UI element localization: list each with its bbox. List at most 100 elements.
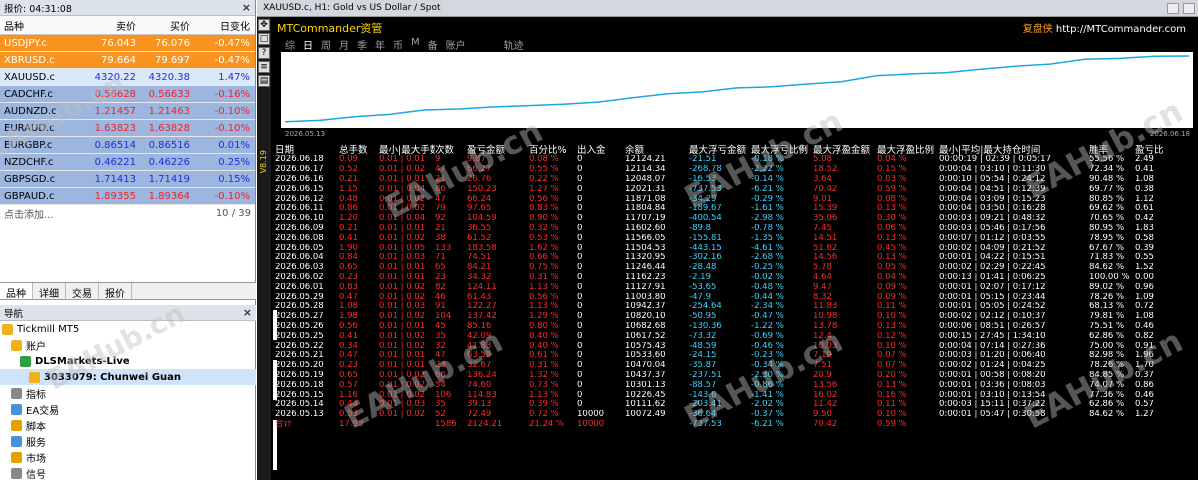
tab-ticks[interactable]: 报价 [99,283,132,300]
symbol-name: USDJPY.c [4,37,47,49]
table-cell: 82 [435,282,446,292]
market-watch-row[interactable]: EURAUD.c 1.63823 1.63828 -0.10% [0,120,255,137]
table-cell: -0.14 % [751,174,784,184]
period-tab[interactable]: 季 [357,37,367,52]
table-cell: -0.37 % [751,410,784,420]
table-cell: -189.67 [689,204,722,214]
table-cell: 0.23 [339,361,358,371]
table-cell: 2026.05.29 [275,292,324,302]
expand-icon[interactable]: □ [258,33,270,45]
table-cell: 1.52 [1135,263,1154,273]
navigator-item[interactable]: 账户 [0,337,256,353]
table-cell: 11566.05 [625,233,666,243]
market-watch-row[interactable]: AUDNZD.c 1.21457 1.21463 -0.10% [0,103,255,120]
symbol-name: GBPSGD.c [4,173,56,185]
minimize-icon[interactable] [1167,2,1179,14]
market-watch-row[interactable]: CADCHF.c 0.56628 0.56633 -0.16% [0,86,255,103]
market-watch-row[interactable]: NZDCHF.c 0.46221 0.46226 0.25% [0,154,255,171]
period-tab[interactable]: 账户 [446,37,466,52]
col-ask[interactable]: 买价 [140,18,194,33]
table-cell: 2026.05.18 [275,380,324,390]
navigator-item[interactable]: 信号 [0,465,256,481]
tab-details[interactable]: 详细 [33,283,66,300]
bid-price: 79.664 [101,54,136,66]
navigator-item[interactable]: 脚本 [0,417,256,433]
print-icon[interactable]: ▤ [258,75,270,87]
table-row: 2026.05.18 0.57 0.01 | 0.02 54 74.60 0.73 % 0 1… [275,380,1195,390]
col-symbol[interactable]: 品种 [0,18,86,33]
period-tab[interactable]: 年 [375,37,385,52]
ask-price: 79.697 [155,54,190,66]
table-cell: 2026.06.09 [275,223,324,233]
period-tab[interactable]: 轨迹 [504,37,524,52]
col-change[interactable]: 日变化 [194,18,254,33]
market-watch-title: 报价: 04:31:08 [4,3,72,15]
navigator-item[interactable]: Tickmill MT5 [0,321,256,337]
period-tab[interactable]: 综 [285,37,295,52]
period-tab[interactable]: 备 [428,37,438,52]
period-tab[interactable]: M [411,37,420,52]
period-tab[interactable]: 币 [393,37,403,52]
period-tab[interactable]: 周 [321,37,331,52]
column-header: 日期 [275,145,295,156]
brand-url[interactable]: http://MTCommander.com [1056,24,1186,35]
market-watch-row[interactable]: USDJPY.c 76.043 76.076 -0.47% [0,35,255,52]
help-icon[interactable]: ? [258,47,270,59]
close-icon[interactable]: × [242,1,251,14]
table-cell: 2026.05.25 [275,331,324,341]
table-cell: 11804.84 [625,204,666,214]
period-tab[interactable]: 日 [303,37,313,52]
table-row: 2026.06.01 0.83 0.01 | 0.02 82 124.11 1.13 % 0… [275,282,1195,292]
move-icon[interactable]: ✥ [258,19,270,31]
column-header: 最大浮亏金额 [689,145,747,156]
table-cell: 0.01 | 0.02 [379,165,426,175]
summary-cell: 2124.21 [467,419,503,429]
table-cell: 100.00 % [1089,272,1130,282]
table-cell: 11707.19 [625,214,666,224]
navigator-item[interactable]: 服务 [0,433,256,449]
table-cell: 47 [435,351,446,361]
market-watch-row[interactable]: XBRUSD.c 79.664 79.697 -0.47% [0,52,255,69]
close-icon[interactable]: × [243,306,252,319]
table-cell: 0.41 [339,233,358,243]
market-watch-row[interactable]: GBPSGD.c 1.71413 1.71419 0.15% [0,171,255,188]
table-cell: 1.62 % [529,243,559,253]
navigator-item[interactable]: 3033079: Chunwei Guan [0,369,256,385]
table-cell: 10072.49 [625,410,666,420]
chart-window[interactable]: XAUUSD.c, H1: Gold vs US Dollar / Spot ✥… [257,0,1198,480]
table-cell: -2.34 % [751,302,784,312]
market-watch-row[interactable]: EURGBP.c 0.86514 0.86516 0.01% [0,137,255,154]
navigator-item-label: DLSMarkets-Live [35,355,130,367]
navigator-item[interactable]: EA交易 [0,401,256,417]
date-end: 2026.06.18 [1149,130,1190,138]
market-watch-row[interactable]: GBPAUD.c 1.89355 1.89364 -0.10% [0,188,255,205]
col-bid[interactable]: 卖价 [86,18,140,33]
table-cell: 78.26 % [1089,292,1125,302]
tab-symbols[interactable]: 品种 [0,283,33,300]
maximize-icon[interactable] [1183,2,1195,14]
table-row: 2026.05.25 0.41 0.01 | 0.02 35 42.09 0.40 % 0 1… [275,331,1195,341]
table-cell: 2026.05.27 [275,312,324,322]
table-cell: 0.22 % [529,174,559,184]
column-header: 最小|平均|最大持仓时间 [939,145,1041,156]
table-cell: 84.62 % [1089,410,1125,420]
navigator-item[interactable]: DLSMarkets-Live [0,353,256,369]
summary-cell: 10000 [577,419,605,429]
table-row: 2026.06.09 0.21 0.01 | 0.01 21 36.55 0.32 % 0 1… [275,224,1195,234]
table-cell: 0.91 [1135,341,1154,351]
navigator-item[interactable]: 市场 [0,449,256,465]
add-symbol-link[interactable]: 点击添加... [4,206,54,221]
navigator-item[interactable]: 指标 [0,385,256,401]
table-cell: 46 [435,292,446,302]
table-cell: -1.41 % [751,390,784,400]
period-tab[interactable]: 月 [339,37,349,52]
market-watch-row[interactable]: XAUUSD.c 4320.22 4320.38 1.47% [0,69,255,86]
symbol-name: XBRUSD.c [4,54,55,66]
table-cell: 4.64 [813,272,832,282]
list-icon[interactable]: ≡ [258,61,270,73]
table-cell: 0:00:04 | 03:10 | 0:11:30 [939,165,1046,175]
tab-trading[interactable]: 交易 [66,283,99,300]
table-cell: 67.67 % [1089,243,1125,253]
table-row: 2026.06.17 0.52 0.01 | 0.02 47 66.27 0.55 % 0 1… [275,165,1195,175]
table-cell: -0.46 % [751,341,784,351]
